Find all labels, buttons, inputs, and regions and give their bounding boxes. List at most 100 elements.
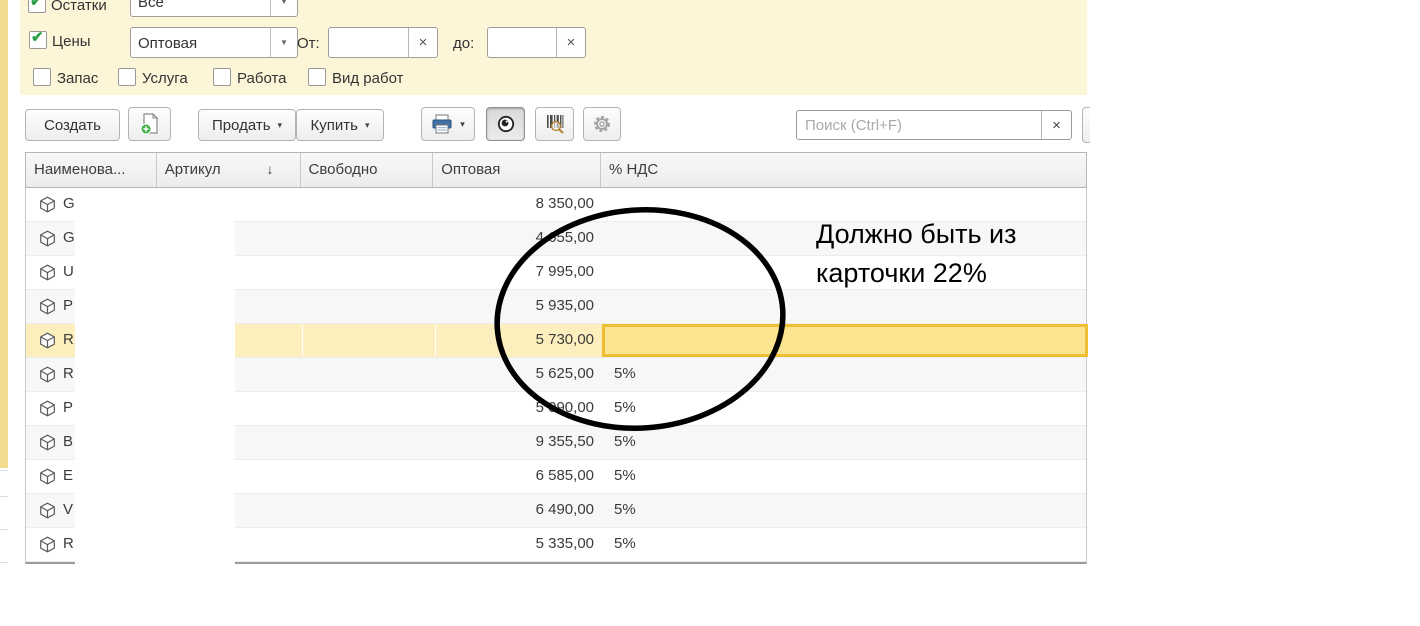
left-panel-divider [0,470,8,471]
gear-icon [594,116,610,132]
tseny-checkbox[interactable]: ✔ [29,29,47,49]
clear-icon[interactable]: × [556,28,585,57]
product-cube-icon [39,366,56,383]
barcode-button[interactable] [535,107,574,141]
create-group-button[interactable] [128,107,171,141]
annotation-text: Должно быть из карточки 22% [816,215,1017,293]
sort-desc-icon: ↓ [266,161,274,177]
ostatki-checkbox[interactable]: ✔ [28,0,46,13]
row-price: 5 625,00 [535,365,594,382]
left-panel-divider [0,496,8,497]
row-name: P [63,297,74,314]
rabota-checkbox[interactable] [213,68,231,86]
product-cube-icon [39,434,56,451]
product-cube-icon [39,332,56,349]
buy-button[interactable]: Купить ▾ [296,109,384,141]
row-price: 5 335,00 [535,535,594,552]
column-header-svobodno[interactable]: Свободно [301,153,434,187]
row-vat: 5% [614,365,636,382]
usluga-label: Услуга [142,70,188,87]
search-box: × [796,110,1072,140]
dropdown-arrow-icon[interactable]: ▼ [270,28,297,57]
row-vat: 5% [614,467,636,484]
caret-down-icon: ▾ [277,119,283,130]
redaction-overlay [75,220,235,571]
row-name: G [63,229,75,246]
column-header-artikul[interactable]: Артикул ↓ [157,153,301,187]
sell-button-label: Продать [211,116,271,134]
left-panel-divider [0,529,8,530]
left-panel-edge [0,0,8,468]
from-label: От: [297,35,320,52]
tseny-label: Цены [52,33,91,50]
new-item-icon [140,113,158,135]
row-name: R [63,331,74,348]
zapas-checkbox[interactable] [33,68,51,86]
clear-icon[interactable]: × [408,28,437,57]
row-price: 5 730,00 [535,331,594,348]
barcode-scan-icon [546,115,564,134]
rabota-label: Работа [237,70,287,87]
ostatki-combo-value: Все [138,0,164,11]
more-button-clipped[interactable] [1082,107,1090,143]
price-type-combo[interactable]: Оптовая ▼ [130,27,298,58]
row-name: V [63,501,74,518]
filter-panel: ✔ Остатки Все ▼ ✔ Цены Оптовая ▼ От: × д… [20,0,1087,95]
column-header-nds[interactable]: % НДС [601,153,1086,187]
row-price: 6 490,00 [535,501,594,518]
row-vat: 5% [614,399,636,416]
check-icon: ✔ [30,0,43,10]
search-clear-icon[interactable]: × [1041,111,1071,139]
settings-button[interactable] [583,107,621,141]
product-cube-icon [39,196,56,213]
product-cube-icon [39,502,56,519]
product-cube-icon [39,264,56,281]
print-button[interactable]: ▾ [421,107,475,141]
dropdown-arrow-icon[interactable]: ▼ [270,0,297,16]
ostatki-label: Остатки [51,0,107,14]
annotation-line-2: карточки 22% [816,258,987,288]
row-name: U [63,263,74,280]
product-cube-icon [39,298,56,315]
usluga-checkbox[interactable] [118,68,136,86]
row-price: 7 995,00 [535,263,594,280]
to-label: до: [453,35,475,52]
column-header-optovaya[interactable]: Оптовая [433,153,601,187]
create-button[interactable]: Создать [25,109,120,141]
vid-rabot-label: Вид работ [332,70,404,87]
row-vat: 5% [614,501,636,518]
row-vat: 5% [614,433,636,450]
row-price: 5 935,00 [535,297,594,314]
column-separator [302,324,303,357]
annotation-line-1: Должно быть из [816,219,1017,249]
quick-view-button[interactable] [486,107,525,141]
row-price: 6 585,00 [535,467,594,484]
row-name: R [63,365,74,382]
table-header: Наименова... Артикул ↓ Свободно Оптовая … [25,152,1087,188]
check-icon: ✔ [31,29,44,46]
product-cube-icon [39,400,56,417]
column-header-name[interactable]: Наименова... [26,153,157,187]
left-panel-divider [0,562,8,563]
row-name: B [63,433,74,450]
create-button-label: Создать [43,116,101,134]
row-name: E [63,467,74,484]
ostatki-combo[interactable]: Все ▼ [130,0,298,17]
search-input[interactable] [797,111,1043,139]
column-separator [435,324,436,357]
caret-down-icon: ▾ [364,119,370,130]
row-price: 9 355,50 [535,433,594,450]
price-to-input[interactable]: × [487,27,586,58]
product-cube-icon [39,536,56,553]
row-price: 5 090,00 [535,399,594,416]
row-name: P [63,399,74,416]
sell-button[interactable]: Продать ▾ [198,109,296,141]
product-cube-icon [39,230,56,247]
price-from-input[interactable]: × [328,27,438,58]
vid-rabot-checkbox[interactable] [308,68,326,86]
buy-button-label: Купить [310,116,358,134]
row-price: 4 655,00 [535,229,594,246]
eye-icon [497,115,514,133]
vat-active-cell[interactable] [602,324,1088,357]
row-name: G [63,195,75,212]
